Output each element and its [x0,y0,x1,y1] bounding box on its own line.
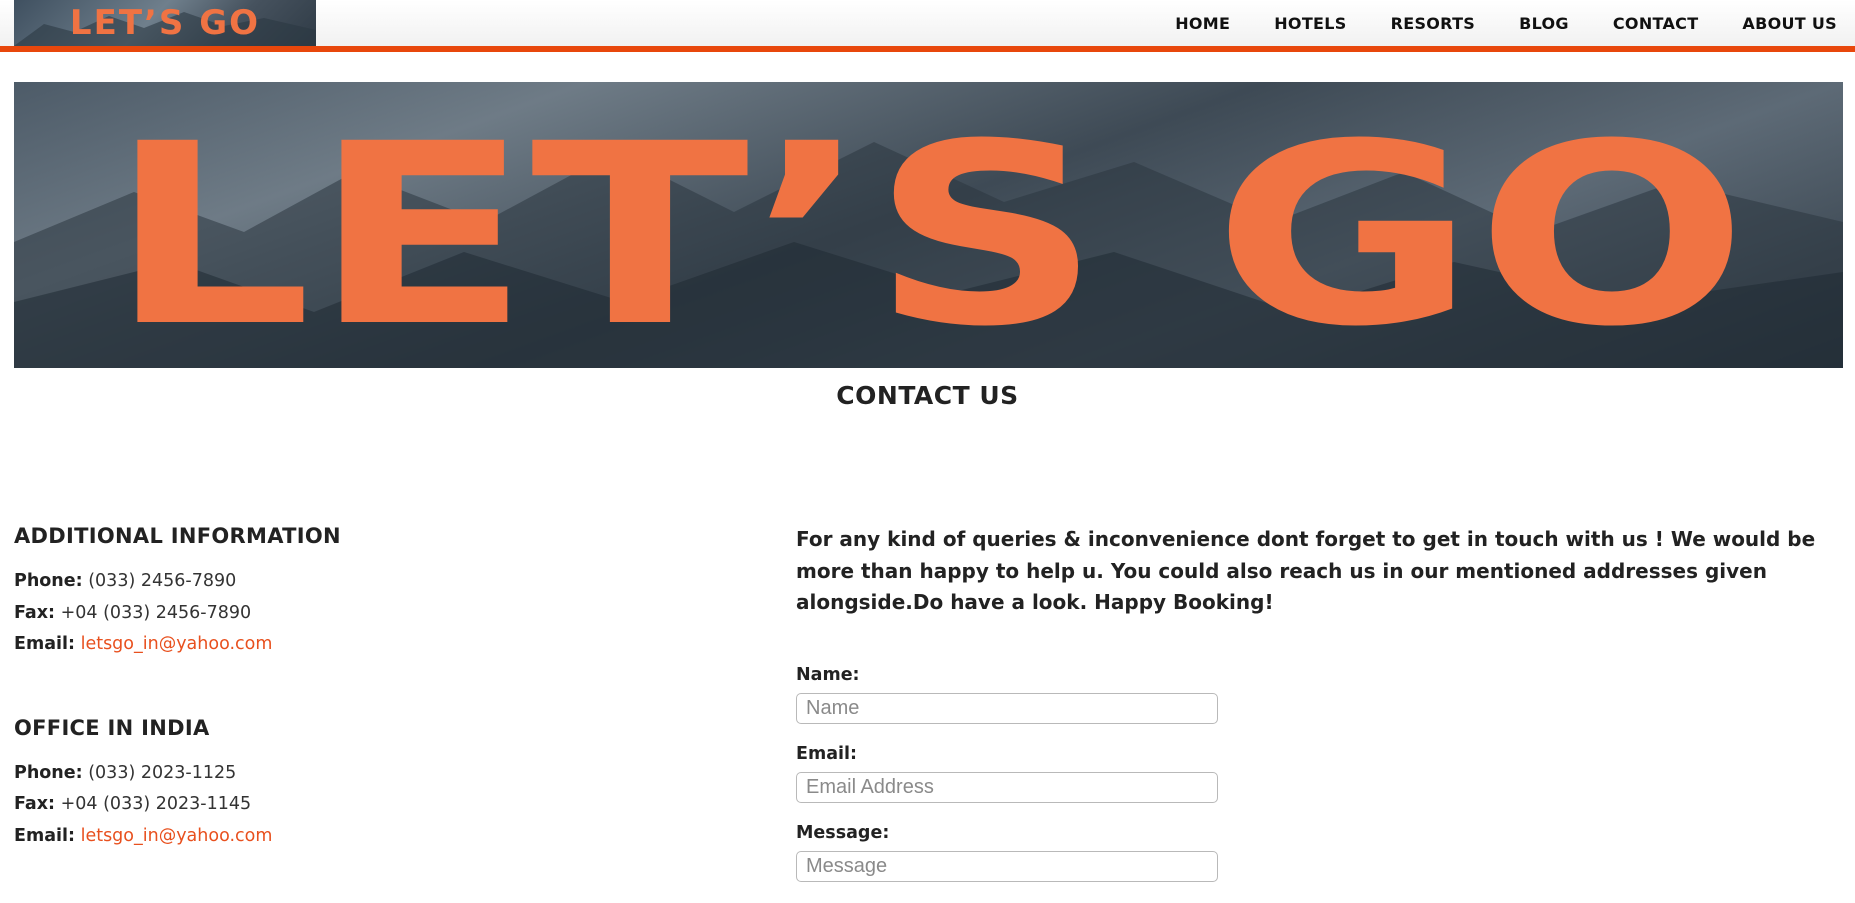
nav-contact[interactable]: CONTACT [1613,14,1699,33]
email-label: Email: [796,743,857,764]
nav-resorts[interactable]: RESORTS [1391,14,1476,33]
additional-info-section: ADDITIONAL INFORMATION Phone: (033) 2456… [14,524,634,661]
intro-text: For any kind of queries & inconvenience … [796,527,1816,614]
nav-about-us[interactable]: ABOUT US [1742,14,1837,33]
site-logo[interactable]: LET’S GO [14,0,316,46]
nav-blog[interactable]: BLOG [1519,14,1569,33]
additional-fax: Fax: +04 (033) 2456-7890 [14,602,252,623]
office-india-section: OFFICE IN INDIA Phone: (033) 2023-1125 F… [14,716,634,853]
office-phone: Phone: (033) 2023-1125 [14,762,237,783]
logo-mountains: LET’S GO [14,3,316,46]
office-india-heading: OFFICE IN INDIA [14,715,210,740]
logo-text: LET’S GO [70,3,260,43]
main-nav: HOME HOTELS RESORTS BLOG CONTACT ABOUT U… [1131,0,1855,46]
banner-image: LET’S GO [14,90,1843,368]
name-input[interactable] [796,692,1218,724]
message-label: Message: [796,822,890,843]
office-fax: Fax: +04 (033) 2023-1145 [14,794,252,814]
name-label: Name: [796,664,860,685]
office-email: Email: letsgo_in@yahoo.com [14,825,273,846]
contact-form-column: For any kind of queries & inconvenience … [796,524,1836,902]
contact-info-column: ADDITIONAL INFORMATION Phone: (033) 2456… [14,524,634,852]
nav-hotels[interactable]: HOTELS [1274,14,1346,33]
top-navbar: LET’S GO HOME HOTELS RESORTS BLOG CONTAC… [0,0,1855,52]
contact-form: Name: Email: Message: [796,665,1836,902]
message-input[interactable] [796,850,1218,882]
office-email-link[interactable]: letsgo_in@yahoo.com [81,826,273,846]
nav-home[interactable]: HOME [1175,14,1230,33]
additional-info-heading: ADDITIONAL INFORMATION [14,524,341,548]
additional-email: Email: letsgo_in@yahoo.com [14,634,273,654]
page-title: CONTACT US [836,381,1019,410]
email-input[interactable] [796,771,1218,803]
hero-banner: LET’S GO [14,82,1843,368]
additional-phone: Phone: (033) 2456-7890 [14,571,237,591]
banner-logo-text: LET’S GO [108,90,1748,368]
additional-email-link[interactable]: letsgo_in@yahoo.com [81,634,273,654]
